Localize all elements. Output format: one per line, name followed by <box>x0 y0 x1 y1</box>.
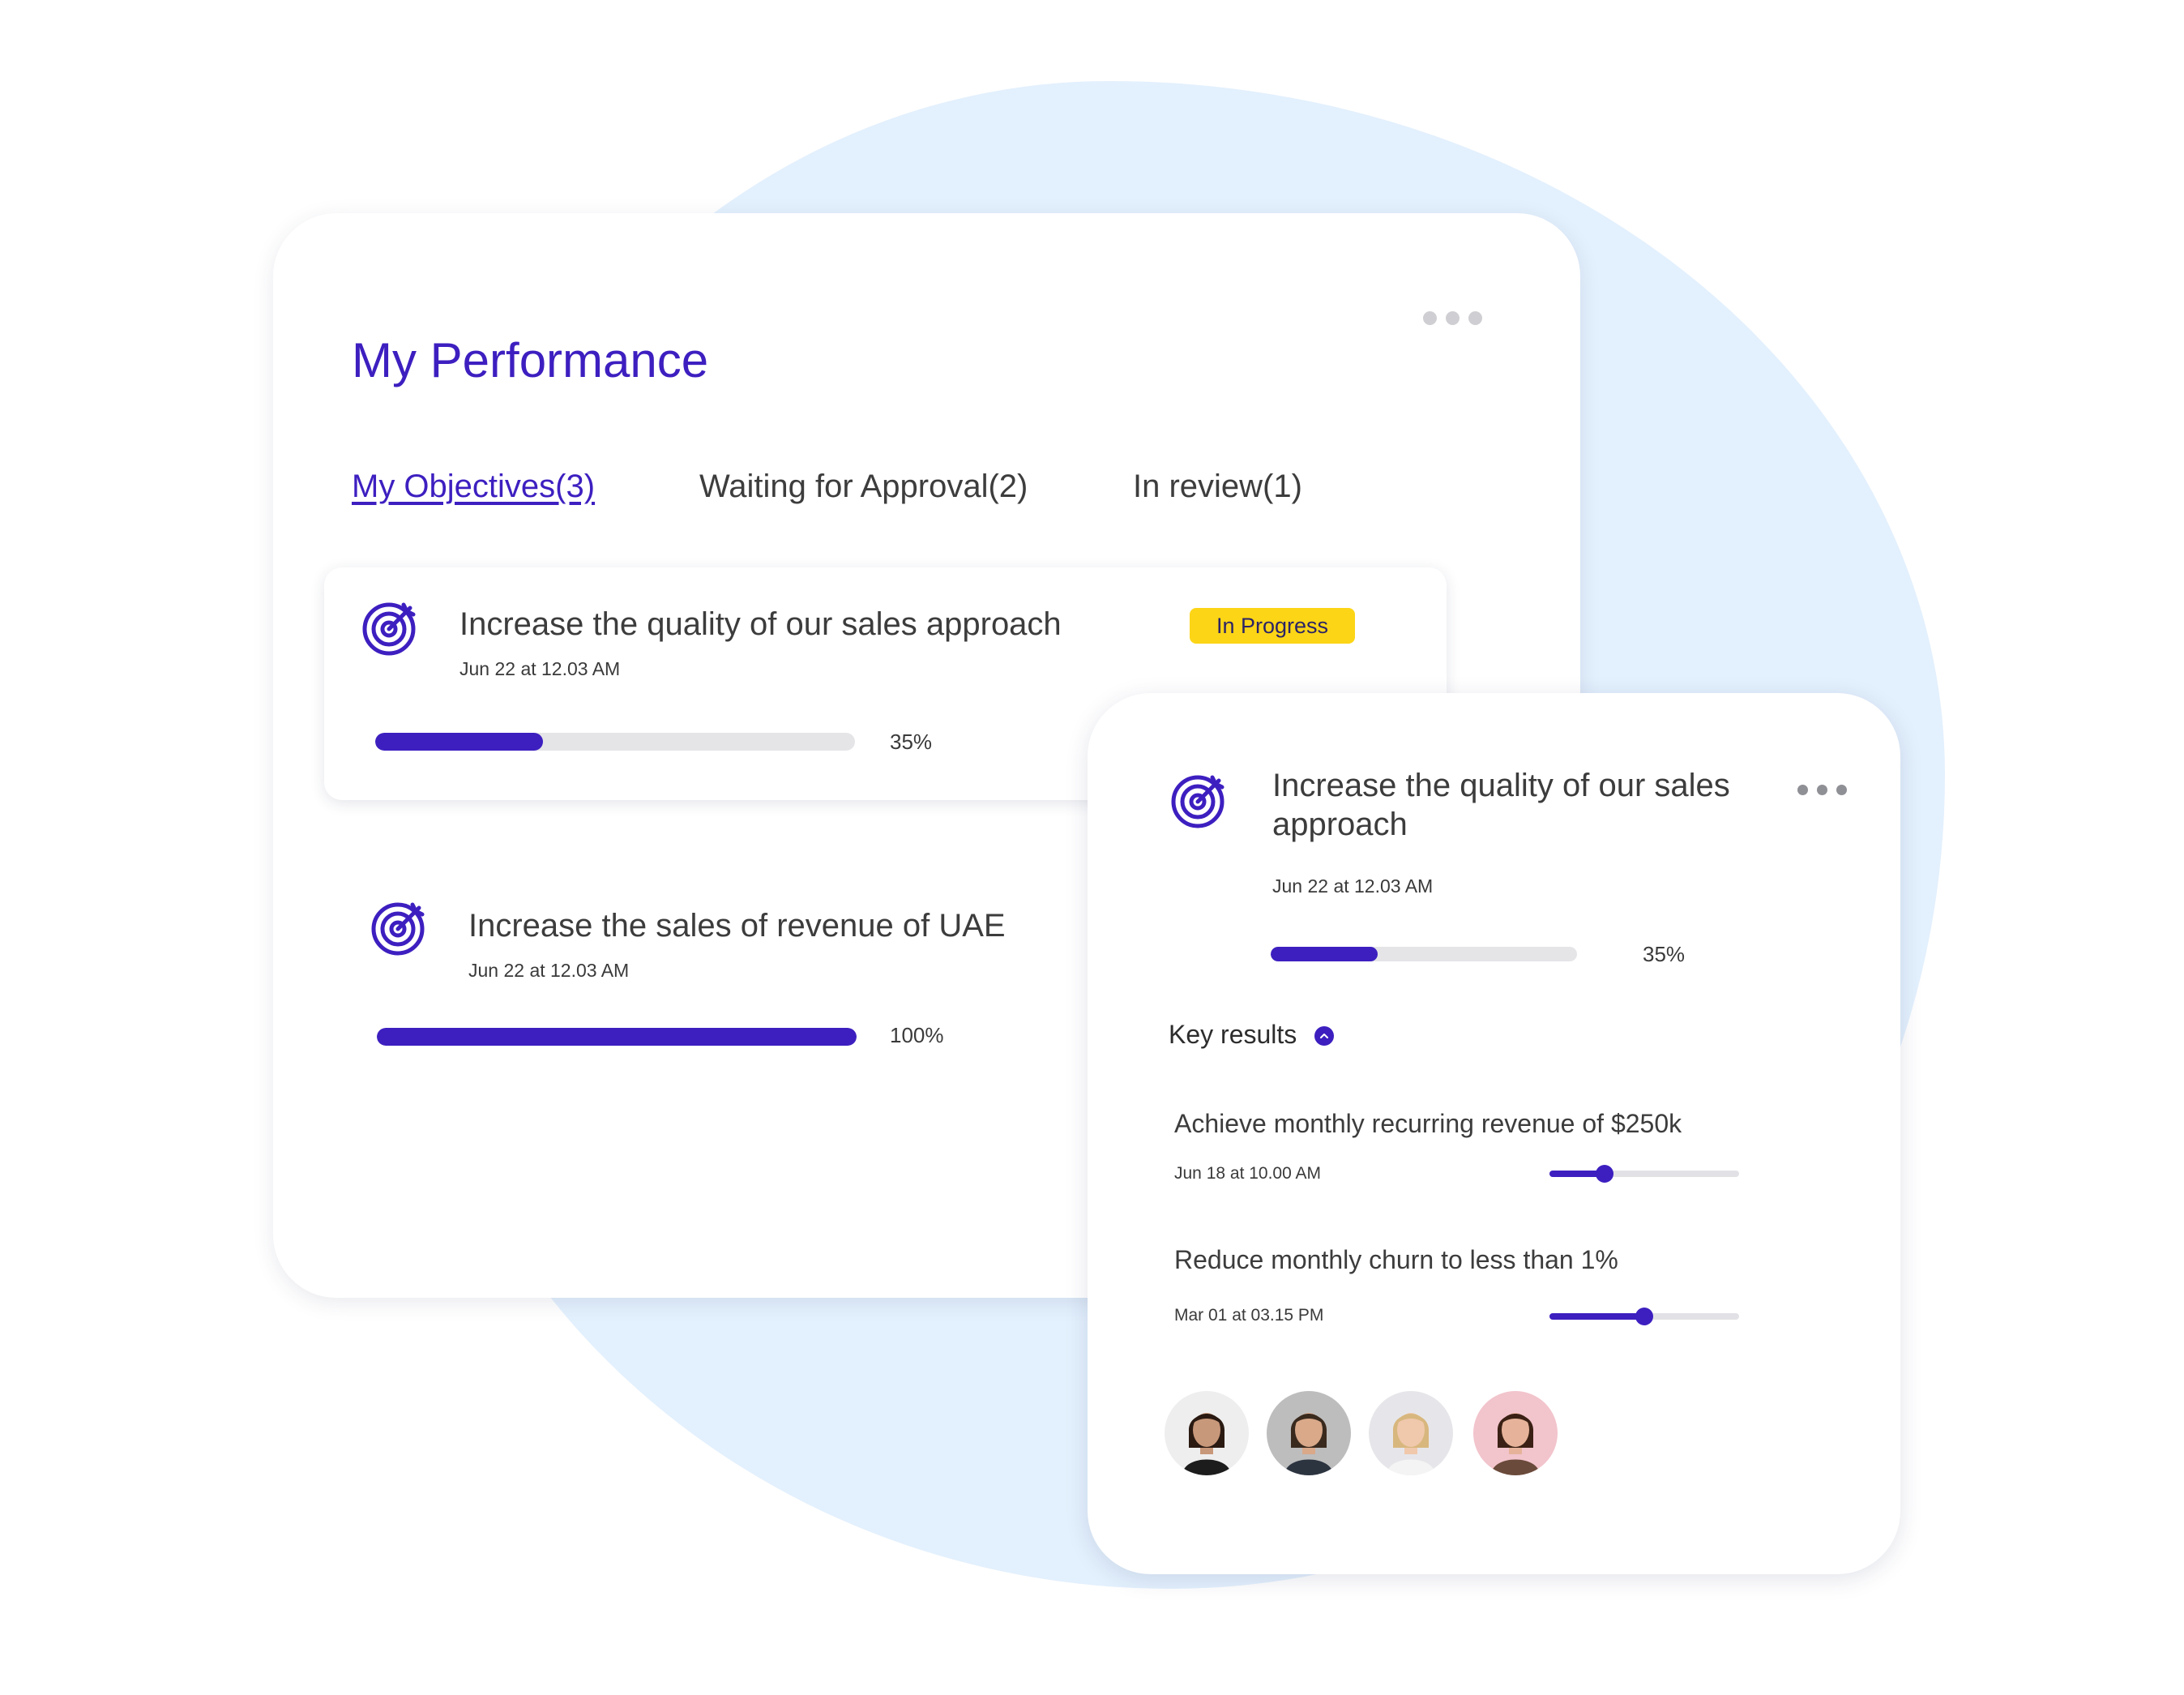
slider-thumb[interactable] <box>1595 1165 1613 1183</box>
target-icon <box>371 902 425 956</box>
tab-waiting-for-approval[interactable]: Waiting for Approval(2) <box>699 469 1028 505</box>
detail-progress-bar <box>1271 947 1577 961</box>
progress-percent: 35% <box>1643 942 1686 966</box>
objective-date: Jun 22 at 12.03 AM <box>459 658 621 679</box>
tab-my-objectives[interactable]: My Objectives(3) <box>352 469 595 505</box>
page-title: My Performance <box>352 333 709 387</box>
progress-fill <box>1271 947 1378 961</box>
slider-thumb[interactable] <box>1635 1308 1653 1325</box>
detail-title: Increase the quality of our sales approa… <box>1272 768 1730 842</box>
avatar[interactable] <box>1267 1391 1351 1475</box>
key-result-title: Reduce monthly churn to less than 1% <box>1174 1245 1618 1274</box>
progress-fill <box>375 733 544 751</box>
tab-in-review[interactable]: In review(1) <box>1133 469 1302 505</box>
progress-percent: 35% <box>890 730 933 754</box>
objective-title: Increase the quality of our sales approa… <box>459 606 1062 642</box>
key-result-date: Jun 18 at 10.00 AM <box>1174 1164 1321 1183</box>
more-options-icon[interactable] <box>1423 311 1482 325</box>
target-icon <box>362 602 416 656</box>
chevron-up-icon[interactable] <box>1314 1026 1334 1046</box>
objective-date: Jun 22 at 12.03 AM <box>468 960 630 981</box>
target-icon <box>1171 775 1224 828</box>
avatar[interactable] <box>1165 1391 1249 1475</box>
objective-progress-bar <box>375 733 855 751</box>
detail-date: Jun 22 at 12.03 AM <box>1272 875 1434 897</box>
objective-progress-bar <box>377 1028 857 1046</box>
key-result-title: Achieve monthly recurring revenue of $25… <box>1174 1109 1682 1138</box>
progress-fill <box>377 1028 857 1046</box>
progress-percent: 100% <box>890 1023 944 1047</box>
more-options-icon[interactable] <box>1797 785 1847 795</box>
key-result-date: Mar 01 at 03.15 PM <box>1174 1306 1324 1325</box>
avatar[interactable] <box>1369 1391 1453 1475</box>
status-badge: In Progress <box>1190 608 1355 644</box>
key-result-slider[interactable] <box>1549 1165 1739 1183</box>
key-results-label: Key results <box>1169 1020 1297 1049</box>
objective-title[interactable]: Increase the sales of revenue of UAE <box>468 908 1006 944</box>
avatar[interactable] <box>1473 1391 1558 1475</box>
slider-fill <box>1549 1313 1644 1320</box>
key-result-slider[interactable] <box>1549 1308 1739 1325</box>
